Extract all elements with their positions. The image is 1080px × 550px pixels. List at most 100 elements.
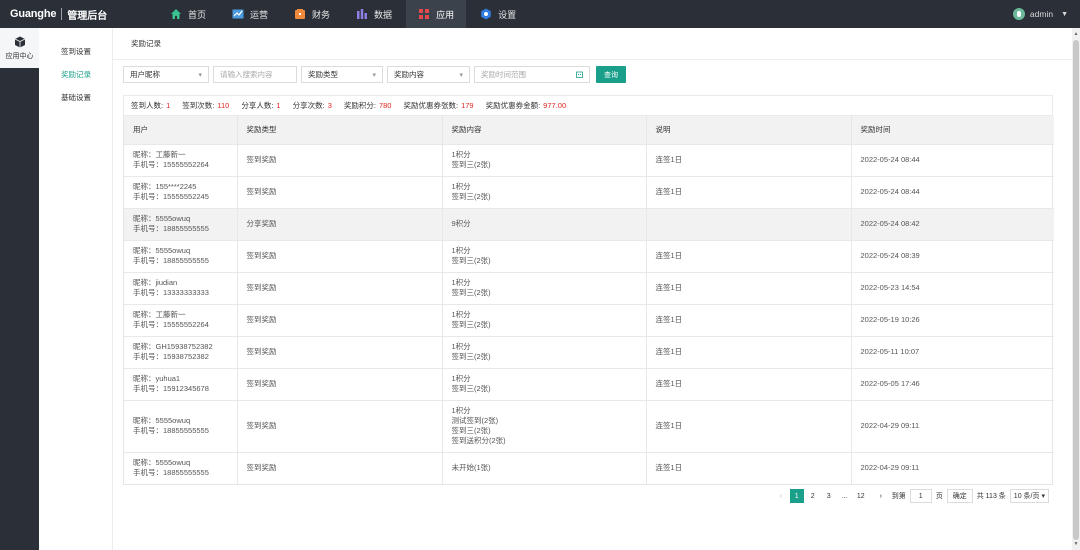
cell-note: 连签1日 [646, 175, 852, 208]
goto-page-input[interactable]: 1 [909, 489, 932, 503]
header-note: 说明 [646, 116, 852, 144]
reward-type-select-value: 奖励类型 [308, 70, 338, 79]
main-nav: 首页 运营 财务 数据 应用 设置 [158, 0, 530, 28]
nav-item-finance[interactable]: 财务 [282, 0, 342, 28]
reward-content-line: 测试签到(2张) [451, 416, 499, 425]
scroll-down-icon[interactable]: ▼ [1072, 540, 1080, 548]
stat-value: 780 [378, 101, 392, 110]
chevron-down-icon: ▾ [198, 71, 202, 79]
user-nickname: 昵称：yuhua1 [133, 374, 181, 383]
scroll-thumb[interactable] [1073, 40, 1079, 540]
stat-share-users: 分享人数: 1 [241, 100, 280, 111]
reward-content-select[interactable]: 奖励内容 ▾ [387, 66, 470, 83]
cell-reward-time: 2022-04-29 09:11 [851, 399, 1054, 452]
date-range-input[interactable]: 奖励时间范围 [474, 66, 590, 83]
apps-icon [419, 9, 430, 19]
stat-share-count: 分享次数: 3 [293, 100, 332, 111]
user-nickname: 昵称：5555owuq [133, 246, 191, 255]
reward-content-line: 签到三(2张) [451, 320, 491, 329]
logo[interactable]: Guanghe 管理后台 [0, 0, 118, 28]
page-button[interactable]: 12 [854, 489, 868, 503]
table-header: 用户 奖励类型 奖励内容 说明 奖励时间 [124, 116, 1054, 144]
cell-reward-content: 1积分 签到三(2张) [442, 239, 647, 272]
cell-note: 连签1日 [646, 143, 852, 176]
reward-type-select[interactable]: 奖励类型 ▾ [301, 66, 383, 83]
home-icon [171, 9, 181, 19]
cell-reward-content: 1积分 签到三(2张) [442, 143, 647, 176]
reward-table: 用户 奖励类型 奖励内容 说明 奖励时间 昵称：工藤新一 手机号：15555552… [123, 116, 1054, 485]
user-nickname: 昵称：工藤新一 [133, 310, 186, 319]
cell-reward-type: 签到奖励 [237, 399, 443, 452]
cube-icon [14, 36, 25, 47]
reward-content-line: 签到三(2张) [451, 288, 491, 297]
app-sidebar: 应用中心 [0, 28, 39, 550]
user-phone: 手机号：15555552264 [133, 320, 209, 329]
reward-content-line: 1积分 [451, 310, 471, 319]
total-count: 共 113 条 [976, 493, 1006, 500]
date-range-placeholder: 奖励时间范围 [481, 70, 526, 79]
nav-item-operations[interactable]: 运营 [220, 0, 280, 28]
nav-item-home[interactable]: 首页 [158, 0, 218, 28]
stat-value: 110 [217, 101, 230, 110]
cell-user: 昵称：5555owuq 手机号：18855555555 [124, 399, 238, 452]
user-menu[interactable]: admin ▼ [1012, 0, 1068, 28]
page-button[interactable]: 1 [789, 489, 804, 503]
query-button[interactable]: 查询 [596, 66, 626, 83]
scroll-up-icon[interactable]: ▲ [1072, 30, 1080, 38]
brand-name: Guanghe [10, 8, 57, 20]
user-nickname: 昵称：工藤新一 [133, 150, 186, 159]
filter-bar: 用户昵称 ▾ 请输入搜索内容 奖励类型 ▾ 奖励内容 ▾ 奖励时间范围 查询 [123, 66, 626, 83]
cell-reward-type: 签到奖励 [237, 175, 443, 208]
submenu-item-reward-records[interactable]: 奖励记录 [39, 63, 112, 86]
avatar [1012, 8, 1025, 20]
cell-reward-time: 2022-05-24 08:44 [851, 143, 1054, 176]
calendar-icon [576, 71, 583, 78]
cell-reward-time: 2022-05-11 10:07 [851, 335, 1054, 368]
cell-reward-content: 未开始(1张) [442, 451, 647, 484]
confirm-button[interactable]: 确定 [946, 489, 973, 503]
breadcrumb: 奖励记录 [113, 28, 1072, 60]
scrollbar[interactable]: ▲ ▼ [1072, 28, 1080, 550]
reward-content-line: 9积分 [451, 219, 471, 228]
cell-reward-time: 2022-05-24 08:44 [851, 175, 1054, 208]
user-nickname: 昵称：5555owuq [133, 458, 191, 468]
reward-content-line: 1积分 [451, 374, 471, 383]
cell-reward-type: 签到奖励 [237, 143, 443, 176]
user-phone: 手机号：18855555555 [133, 468, 209, 478]
cell-user: 昵称：jiudian 手机号：13333333333 [124, 271, 238, 304]
next-page-button[interactable]: › [874, 489, 888, 503]
stat-value: 977.00 [543, 101, 567, 110]
brand-subtitle: 管理后台 [67, 10, 108, 22]
prev-page-button[interactable]: ‹ [774, 489, 788, 503]
page-size-select[interactable]: 10 条/页 ▾ [1009, 489, 1049, 503]
submenu-item-checkin-settings[interactable]: 签到设置 [39, 40, 112, 63]
nav-item-settings[interactable]: 设置 [468, 0, 528, 28]
cell-reward-type: 签到奖励 [237, 239, 443, 272]
reward-content-line: 签到三(2张) [451, 160, 491, 169]
stats-bar: 签到人数: 1 签到次数: 110 分享人数: 1 分享次数: 3 奖励积分: 780 奖… [123, 95, 1053, 116]
cell-user: 昵称：yuhua1 手机号：15912345678 [124, 367, 238, 400]
stat-value: 179 [461, 101, 474, 110]
cell-reward-content: 1积分 签到三(2张) [442, 335, 647, 368]
goto-label: 到第 [891, 493, 906, 500]
nav-item-data[interactable]: 数据 [344, 0, 404, 28]
cell-note: 连签1日 [646, 367, 852, 400]
search-input[interactable]: 请输入搜索内容 [213, 66, 297, 83]
nickname-select[interactable]: 用户昵称 ▾ [123, 66, 209, 83]
chevron-down-icon: ▾ [372, 71, 376, 79]
nav-item-apps[interactable]: 应用 [406, 0, 467, 28]
page-button[interactable]: 2 [806, 489, 820, 503]
table-row: 昵称：工藤新一 手机号：15555552264 签到奖励 1积分 签到三(2张) 连签1日… [124, 303, 1054, 336]
user-phone: 手机号：15938752382 [133, 352, 209, 361]
submenu-item-basic-settings[interactable]: 基础设置 [39, 86, 112, 109]
nav-label-operations: 运营 [250, 9, 269, 20]
cell-note: 连签1日 [646, 271, 852, 304]
user-phone: 手机号：18855555555 [133, 256, 209, 265]
reward-content-select-value: 奖励内容 [394, 70, 424, 79]
reward-content-line: 1积分 [451, 246, 471, 255]
cell-reward-content: 1积分 签到三(2张) [442, 175, 647, 208]
page-button[interactable]: 3 [822, 489, 836, 503]
user-nickname: 昵称：5555owuq [133, 416, 191, 425]
sidebar-item-app-center[interactable]: 应用中心 [0, 28, 39, 68]
user-nickname: 昵称：jiudian [133, 278, 178, 287]
